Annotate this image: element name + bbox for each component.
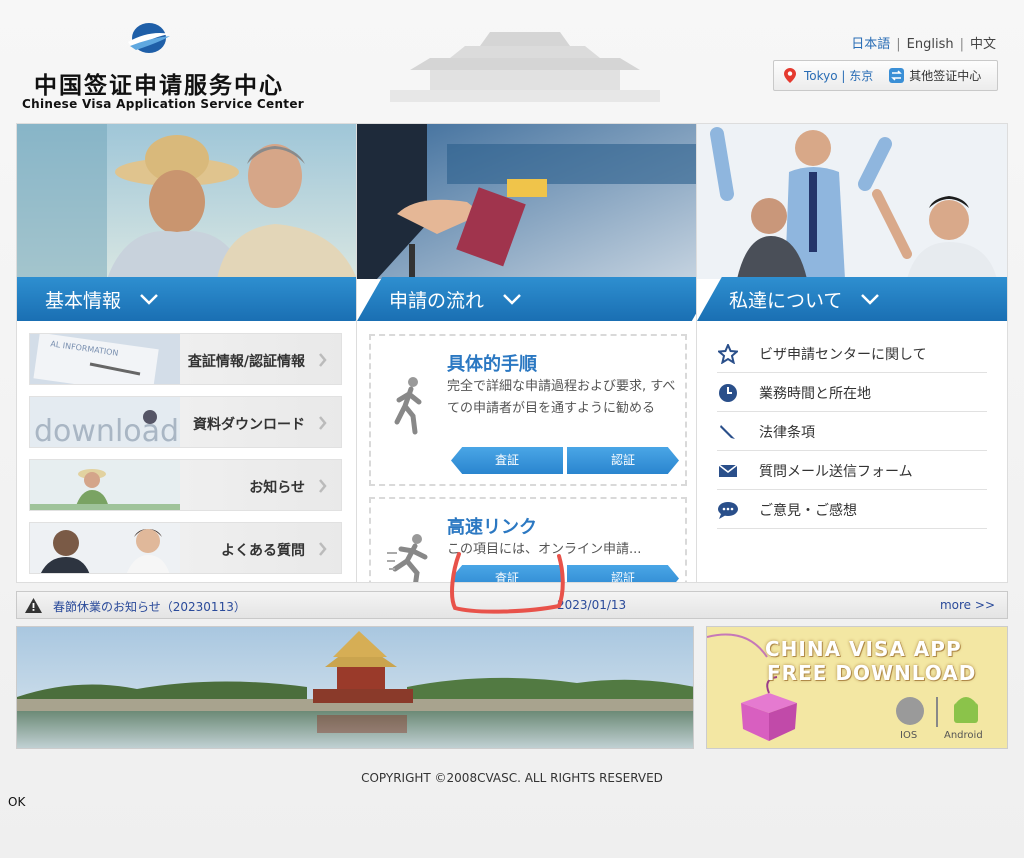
legal-terms-label: 法律条項: [759, 424, 815, 441]
visa-procedure-button[interactable]: 査証: [451, 447, 563, 474]
celebrating-businessmen-photo: [697, 124, 1007, 279]
hours-location-label: 業務時間と所在地: [759, 385, 871, 402]
site-logo[interactable]: 中国签证申请服务中心 Chinese Visa Application Serv…: [22, 20, 304, 115]
chevron-right-icon: [319, 479, 327, 493]
download-word-image: download: [30, 397, 180, 448]
feedback-link[interactable]: ご意見・ご感想: [717, 491, 987, 529]
android-label[interactable]: Android: [944, 730, 983, 741]
logo-mark-icon: [128, 23, 170, 53]
running-person-icon: [387, 534, 428, 582]
application-flow-title: 申請の流れ: [389, 289, 485, 312]
lang-english-link[interactable]: English: [907, 37, 954, 52]
logo-english-text: Chinese Visa Application Service Center: [22, 97, 304, 111]
application-flow-heading[interactable]: 申請の流れ: [357, 277, 717, 321]
chevron-down-icon: [861, 294, 880, 305]
other-centers-label: 其他签证中心: [909, 69, 982, 83]
about-center-label: ビザ申請センターに関して: [759, 346, 927, 363]
other-centers-link[interactable]: 其他签证中心: [889, 67, 981, 84]
about-center-link[interactable]: ビザ申請センターに関して: [717, 335, 987, 373]
download-label: 資料ダウンロード: [193, 417, 305, 433]
chevron-right-icon: [319, 542, 327, 556]
faq-label: よくある質問: [221, 543, 305, 559]
more-news-link[interactable]: more >>: [940, 598, 995, 612]
location-selector: Tokyo | 东京 其他签证中心: [773, 60, 998, 91]
copyright-text: COPYRIGHT ©2008CVASC. ALL RIGHTS RESERVE…: [361, 771, 663, 785]
lang-japanese-link[interactable]: 日本語: [851, 37, 890, 52]
clock-icon: [717, 382, 739, 404]
chevron-right-icon: [319, 353, 327, 367]
legal-terms-link[interactable]: 法律条項: [717, 413, 987, 451]
visa-info-tile[interactable]: AL INFORMATION 査証情報/認証情報: [29, 333, 342, 385]
hours-location-link[interactable]: 業務時間と所在地: [717, 374, 987, 412]
information-document-image: AL INFORMATION: [30, 334, 180, 384]
about-us-panel: 私達について ビザ申請センターに関して 業務時間と所在地 法律条項 質問メール送…: [696, 123, 1008, 583]
ok-text: OK: [8, 795, 26, 809]
download-tile[interactable]: download 資料ダウンロード: [29, 396, 342, 448]
question-email-link[interactable]: 質問メール送信フォーム: [717, 452, 987, 490]
header: 中国签证申请服务中心 Chinese Visa Application Serv…: [0, 0, 1024, 122]
logo-chinese-text: 中国签证申请服务中心: [34, 72, 284, 99]
walking-person-icon: [394, 377, 422, 435]
news-headline-link[interactable]: 春節休業のお知らせ（20230113）: [53, 598, 246, 615]
visa-info-label: 査証情報/認証情報: [187, 354, 305, 370]
support-staff-photo: [30, 523, 180, 573]
temple-silhouette-icon: [390, 32, 660, 102]
chevron-right-icon: [319, 416, 327, 430]
airport-passport-photo: [357, 124, 717, 279]
app-banner-subtitle: FREE DOWNLOAD: [767, 661, 977, 685]
certification-quick-link-button[interactable]: 認証: [567, 565, 679, 582]
detailed-procedure-box: 具体的手順 完全で詳細な申請過程および要求, すべての申請者が目を通すように勧め…: [369, 334, 687, 486]
travelers-photo: [17, 124, 381, 279]
chevron-down-icon: [503, 294, 521, 305]
basic-info-title: 基本情報: [45, 289, 122, 312]
basic-info-panel: 基本情報 AL INFORMATION 査証情報/認証情報 download 資…: [16, 123, 382, 583]
detailed-procedure-description: 完全で詳細な申請過程および要求, すべての申請者が目を通すように勧める: [447, 379, 676, 416]
application-flow-panel: 申請の流れ 具体的手順 完全で詳細な申請過程および要求, すべての申請者が目を通…: [356, 123, 718, 583]
app-banner-title: CHINA VISA APP: [765, 637, 962, 661]
quick-link-title[interactable]: 高速リンク: [447, 513, 537, 539]
tile-image-text: download: [34, 414, 179, 448]
about-us-title: 私達について: [729, 289, 843, 312]
pen-icon: [717, 421, 739, 443]
news-date: 2023/01/13: [557, 598, 627, 612]
red-circle-annotation: [450, 552, 565, 614]
traveler-photo: [30, 460, 180, 510]
warning-icon: [25, 598, 42, 613]
chevron-down-icon: [140, 294, 158, 305]
feedback-label: ご意見・ご感想: [759, 502, 857, 519]
star-icon: [717, 343, 739, 365]
basic-info-heading[interactable]: 基本情報: [17, 277, 381, 321]
chat-icon: [717, 499, 739, 521]
language-switcher: 日本語 | English | 中文: [851, 37, 996, 52]
ios-label[interactable]: IOS: [900, 730, 917, 741]
detailed-procedure-title[interactable]: 具体的手順: [447, 350, 537, 376]
about-us-heading[interactable]: 私達について: [697, 277, 1007, 321]
current-location-link[interactable]: Tokyo | 东京: [804, 67, 873, 84]
lang-chinese-link[interactable]: 中文: [970, 37, 996, 52]
certification-procedure-button[interactable]: 認証: [567, 447, 679, 474]
notices-label: お知らせ: [249, 480, 305, 496]
notices-tile[interactable]: お知らせ: [29, 459, 342, 511]
switch-arrows-icon: [889, 68, 905, 83]
question-email-label: 質問メール送信フォーム: [759, 463, 913, 480]
map-pin-icon: [784, 68, 796, 83]
china-visa-app-banner[interactable]: CHINA VISA APP FREE DOWNLOAD IOS Android: [706, 626, 1008, 749]
forbidden-city-banner[interactable]: [16, 626, 694, 749]
faq-tile[interactable]: よくある質問: [29, 522, 342, 574]
envelope-icon: [717, 460, 739, 482]
